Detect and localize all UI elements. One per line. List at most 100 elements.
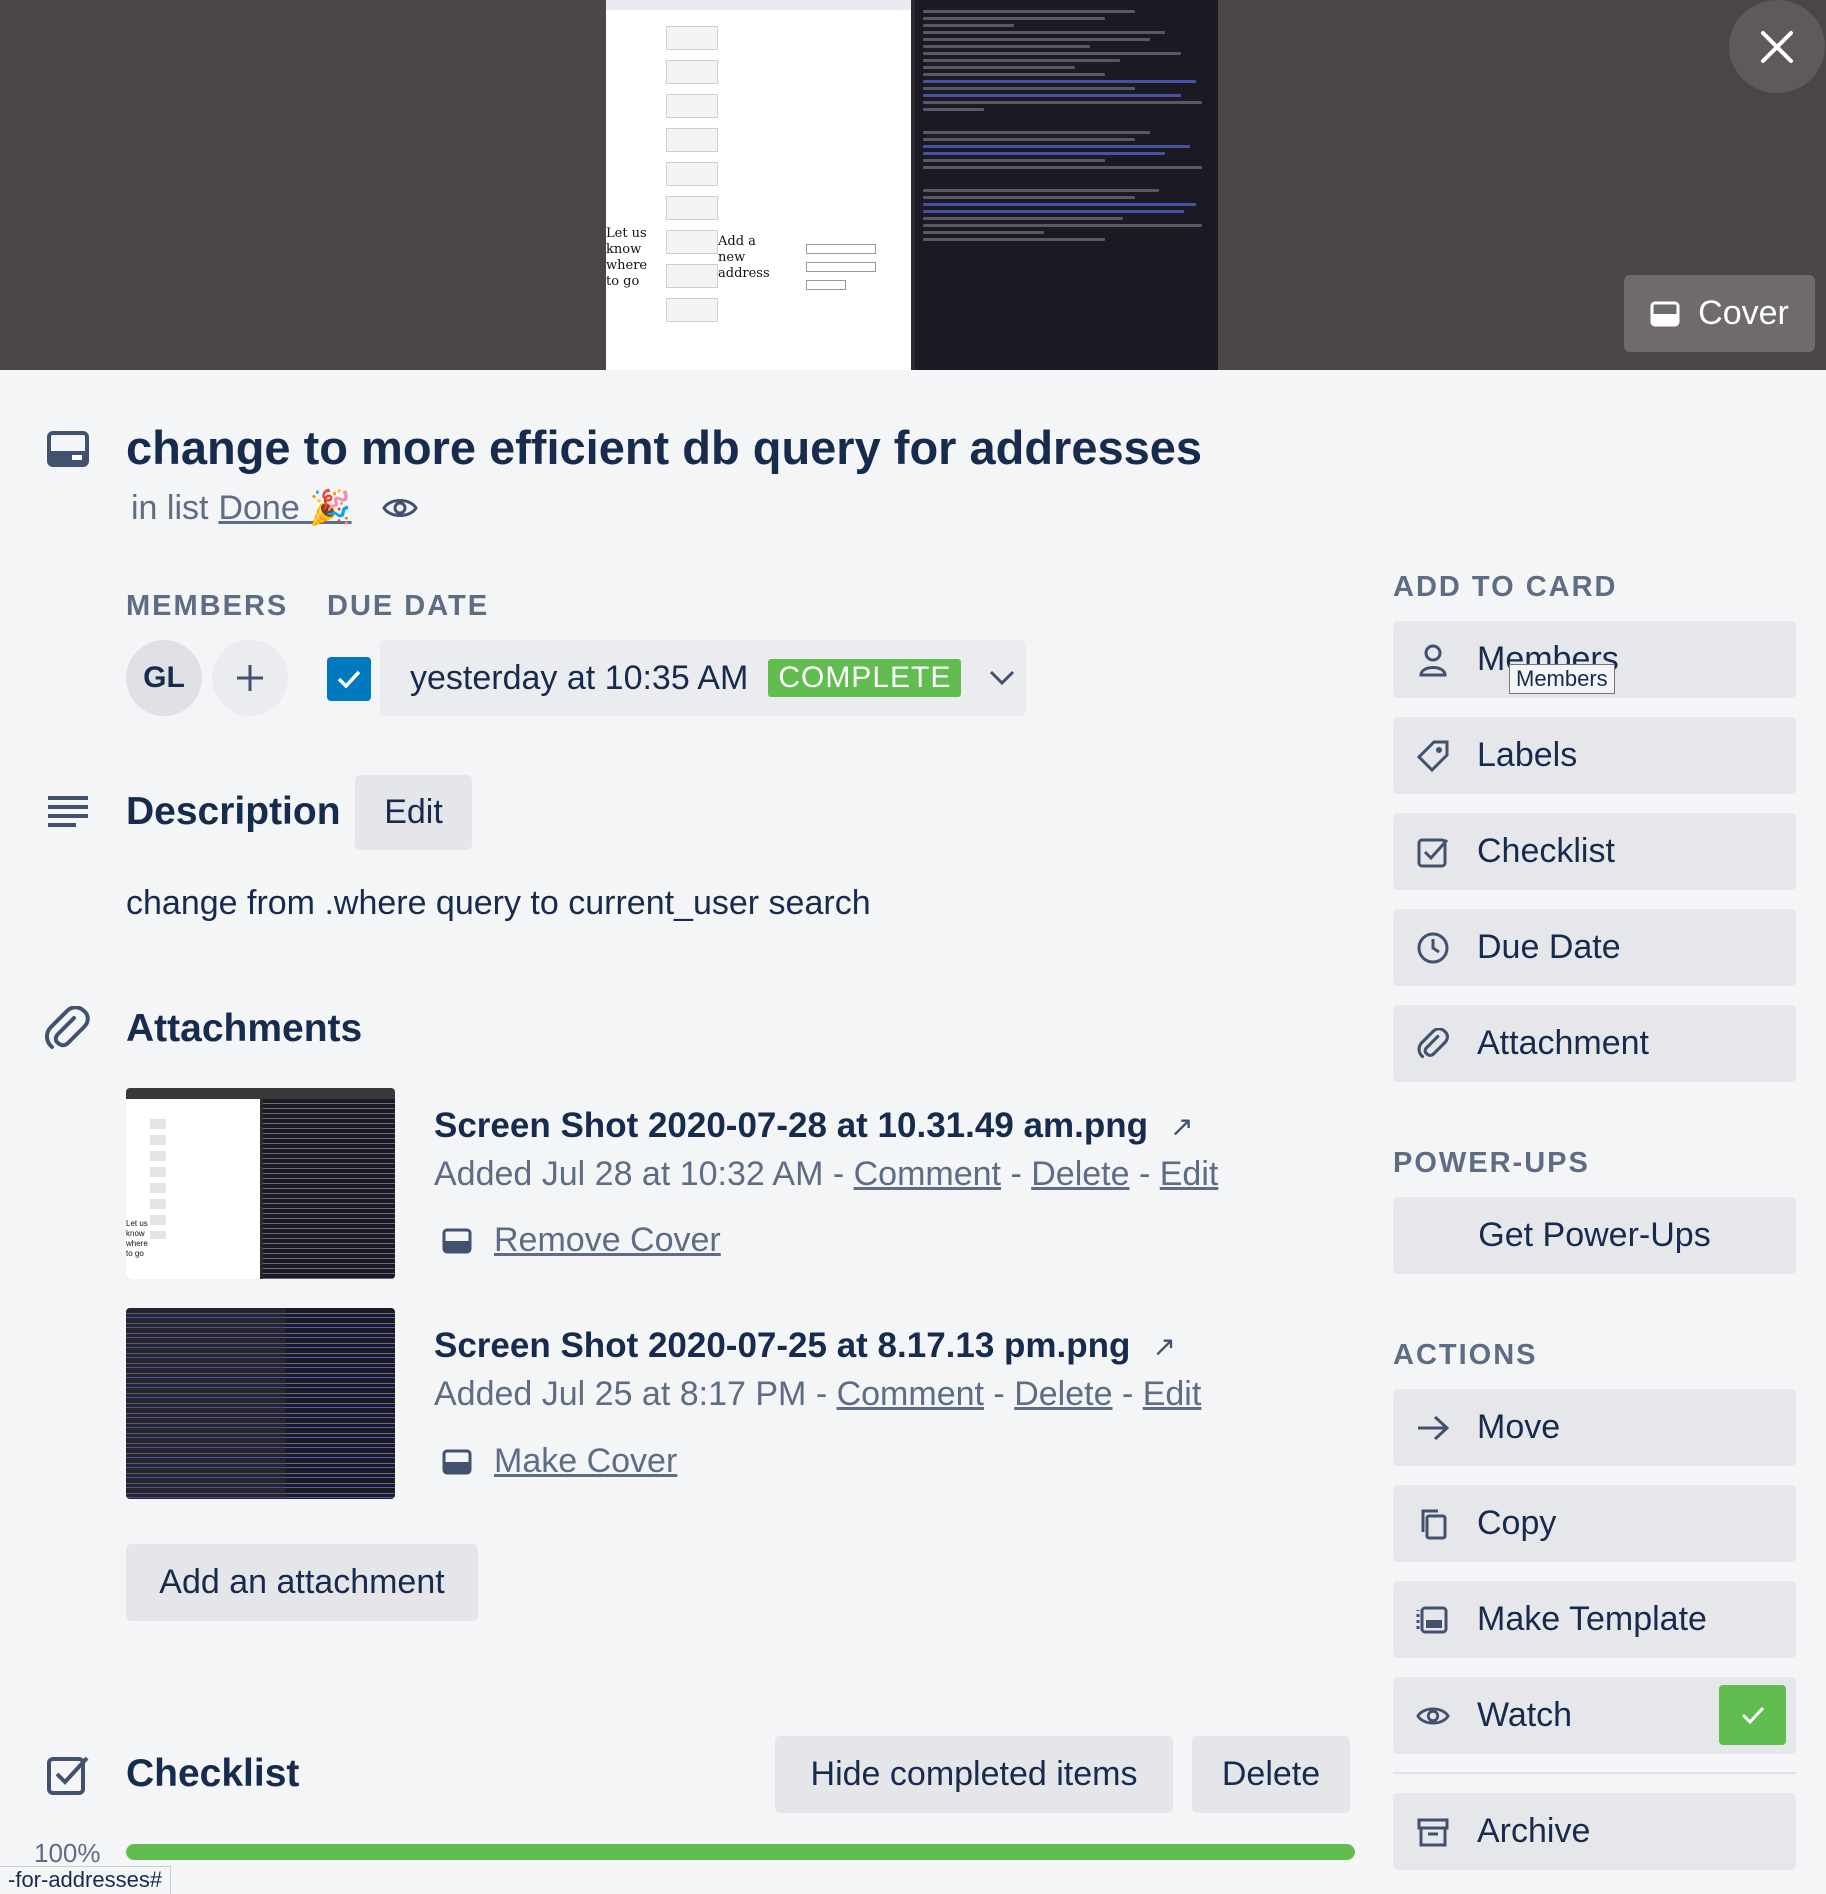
sidebar-make-template-label: Make Template [1477, 1600, 1707, 1638]
description-icon [48, 796, 88, 827]
sidebar-copy-button[interactable]: Copy [1393, 1485, 1796, 1562]
check-icon [337, 670, 361, 689]
cover-image-add-text: Add a new address [718, 234, 770, 281]
checklist-progress-bar [126, 1844, 1355, 1860]
sidebar-archive-button[interactable]: Archive [1393, 1793, 1796, 1870]
members-tooltip: Members [1509, 664, 1615, 694]
cover-image: Let us know where to go Add a new addres… [606, 0, 1218, 370]
attachment-added: Added Jul 25 at 8:17 PM [434, 1375, 807, 1413]
attachment-edit-link[interactable]: Edit [1143, 1375, 1202, 1413]
paperclip-icon [1417, 1027, 1449, 1058]
copy-icon [1421, 1509, 1447, 1539]
plus-icon [237, 665, 263, 691]
separator: - [1010, 1155, 1022, 1193]
make-cover-link[interactable]: Make Cover [494, 1442, 677, 1481]
add-attachment-button[interactable]: Add an attachment [126, 1544, 478, 1621]
sidebar-watch-label: Watch [1477, 1696, 1573, 1734]
members-label: MEMBERS [126, 590, 289, 622]
tag-icon [1416, 740, 1449, 772]
status-url-tooltip: -for-addresses# [0, 1866, 172, 1894]
due-date-label: DUE DATE [327, 590, 490, 622]
due-date-button[interactable]: yesterday at 10:35 AM COMPLETE [380, 640, 1026, 716]
cover-image-side-text: Let us know where to go [606, 226, 648, 289]
remove-cover-link[interactable]: Remove Cover [494, 1221, 721, 1260]
sidebar-divider [1393, 1772, 1796, 1774]
arrow-right-icon [1418, 1415, 1450, 1440]
attachment-name-text: Screen Shot 2020-07-25 at 8.17.13 pm.png [434, 1326, 1131, 1365]
checklist-heading: Checklist [126, 1752, 300, 1795]
separator: - [1121, 1375, 1134, 1413]
attachment-name[interactable]: Screen Shot 2020-07-28 at 10.31.49 am.pn… [434, 1106, 1193, 1146]
due-date-value: yesterday at 10:35 AM [410, 658, 749, 697]
attachments-heading: Attachments [126, 1007, 363, 1050]
external-link-icon[interactable]: ↗ [1170, 1110, 1193, 1143]
sidebar-due-date-button[interactable]: Due Date [1393, 909, 1796, 986]
sidebar-archive-label: Archive [1477, 1812, 1591, 1850]
separator: - [815, 1375, 828, 1413]
remove-cover-action[interactable]: Remove Cover [442, 1221, 721, 1260]
sidebar-labels-label: Labels [1477, 736, 1578, 774]
attachment-added: Added Jul 28 at 10:32 AM [434, 1155, 824, 1193]
card-cover-icon [442, 1449, 472, 1474]
clock-icon [1417, 932, 1449, 963]
checkbox-icon [1417, 838, 1449, 867]
sidebar-move-label: Move [1477, 1408, 1561, 1446]
make-cover-action[interactable]: Make Cover [442, 1442, 677, 1481]
card-title[interactable]: change to more efficient db query for ad… [126, 420, 1202, 475]
card-list-info: in list Done 🎉 [131, 488, 418, 528]
get-power-ups-button[interactable]: Get Power-Ups [1393, 1197, 1796, 1274]
sidebar-attachment-label: Attachment [1477, 1024, 1649, 1062]
attachment-comment-link[interactable]: Comment [837, 1375, 984, 1413]
attachment-meta: Added Jul 28 at 10:32 AM - Comment - Del… [434, 1155, 1218, 1194]
cover-image-browser-pane: Let us know where to go Add a new addres… [606, 0, 911, 370]
close-button[interactable] [1729, 0, 1825, 93]
sidebar-labels-button[interactable]: Labels [1393, 717, 1796, 794]
description-edit-button[interactable]: Edit [355, 775, 472, 850]
description-heading: Description [126, 790, 341, 833]
sidebar-move-button[interactable]: Move [1393, 1389, 1796, 1466]
add-to-card-label: ADD TO CARD [1393, 571, 1618, 603]
avatar[interactable]: GL [126, 640, 202, 716]
attachment-thumbnail[interactable]: Let us know where to go [126, 1088, 395, 1279]
watch-active-badge [1719, 1685, 1786, 1745]
attachment-name[interactable]: Screen Shot 2020-07-25 at 8.17.13 pm.png… [434, 1326, 1176, 1366]
actions-label: ACTIONS [1393, 1339, 1538, 1371]
sidebar-copy-label: Copy [1477, 1504, 1557, 1542]
sidebar-checklist-button[interactable]: Checklist [1393, 813, 1796, 890]
external-link-icon[interactable]: ↗ [1152, 1330, 1175, 1363]
chevron-down-icon [990, 670, 1015, 686]
due-status-badge: COMPLETE [768, 659, 962, 697]
archive-icon [1417, 1818, 1449, 1846]
sidebar-due-date-label: Due Date [1477, 928, 1621, 966]
separator: - [993, 1375, 1005, 1413]
attachment-delete-link[interactable]: Delete [1014, 1375, 1112, 1413]
template-icon [1416, 1606, 1448, 1633]
attachment-thumbnail[interactable] [126, 1308, 395, 1499]
separator: - [1138, 1155, 1151, 1193]
cover-image-terminal-pane [911, 0, 1218, 370]
separator: - [832, 1155, 845, 1193]
cover-button[interactable]: Cover [1624, 275, 1815, 352]
sidebar-attachment-button[interactable]: Attachment [1393, 1005, 1796, 1082]
sidebar-watch-button[interactable]: Watch [1393, 1677, 1796, 1754]
list-name-link[interactable]: Done 🎉 [218, 488, 351, 528]
check-icon [1741, 1706, 1764, 1725]
add-member-button[interactable] [212, 640, 288, 716]
checklist-progress-fill [126, 1844, 1355, 1860]
hide-completed-button[interactable]: Hide completed items [775, 1736, 1173, 1813]
delete-checklist-button[interactable]: Delete [1192, 1736, 1350, 1813]
description-text[interactable]: change from .where query to current_user… [126, 884, 871, 923]
eye-icon [381, 499, 418, 517]
attachment-name-text: Screen Shot 2020-07-28 at 10.31.49 am.pn… [434, 1106, 1148, 1145]
checklist-icon [47, 1756, 89, 1795]
attachment-comment-link[interactable]: Comment [854, 1155, 1001, 1193]
due-complete-checkbox[interactable] [327, 657, 371, 701]
power-ups-label: POWER-UPS [1393, 1147, 1590, 1179]
eye-icon [1416, 1707, 1450, 1724]
sidebar-make-template-button[interactable]: Make Template [1393, 1581, 1796, 1658]
attachment-edit-link[interactable]: Edit [1160, 1155, 1219, 1193]
attachment-meta: Added Jul 25 at 8:17 PM - Comment - Dele… [434, 1375, 1201, 1414]
person-icon [1419, 644, 1447, 676]
card-cover: Let us know where to go Add a new addres… [0, 0, 1826, 370]
attachment-delete-link[interactable]: Delete [1031, 1155, 1129, 1193]
